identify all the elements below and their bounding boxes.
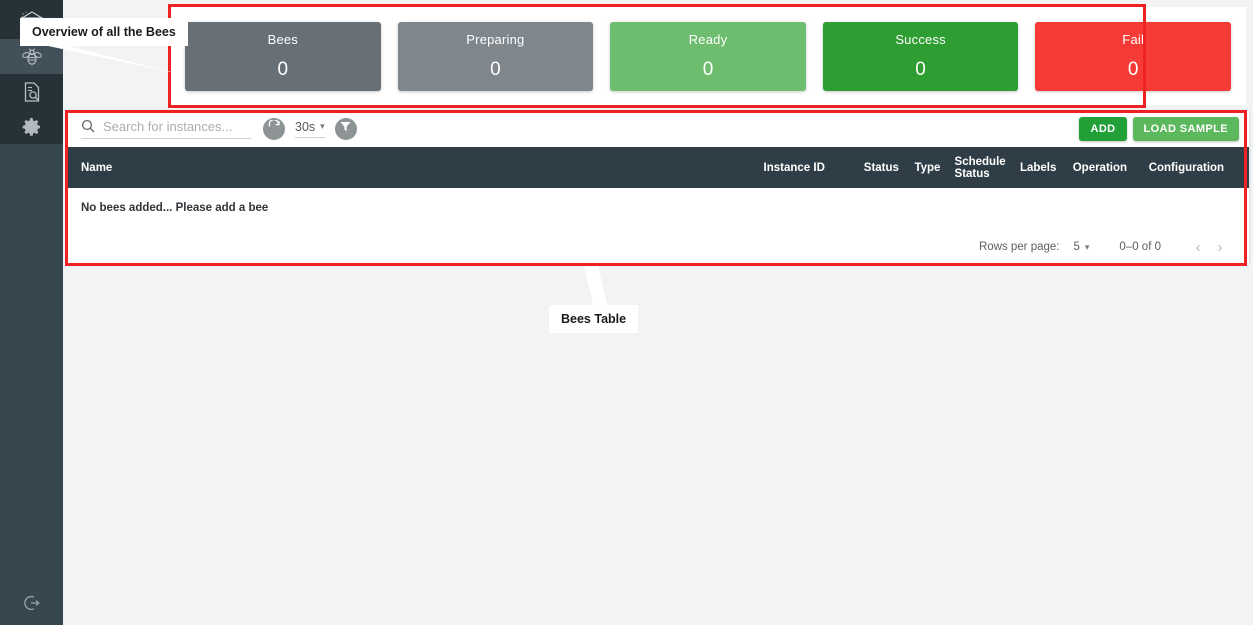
table-body: No bees added... Please add a bee bbox=[67, 188, 1249, 228]
bees-table: Name Instance ID Status Type Schedule St… bbox=[67, 147, 1249, 228]
stat-card-value: 0 bbox=[702, 58, 714, 80]
callout-leader-overview bbox=[20, 40, 180, 80]
refresh-button[interactable] bbox=[263, 117, 285, 140]
table-empty-row: No bees added... Please add a bee bbox=[67, 188, 1249, 228]
refresh-interval-value: 30s bbox=[295, 119, 316, 134]
column-header-configuration[interactable]: Configuration bbox=[1149, 147, 1249, 188]
stat-card-label: Ready bbox=[688, 31, 728, 47]
sidebar-item-settings[interactable] bbox=[0, 109, 63, 144]
stat-card-value: 0 bbox=[915, 58, 926, 80]
stat-card-label: Bees bbox=[267, 31, 299, 47]
bees-table-card: 30s ▾ ADD LOAD SAMPLE bbox=[67, 110, 1249, 263]
app-root: Bees 0 Preparing 0 Ready 0 Success 0 Fai… bbox=[0, 0, 1253, 625]
stat-cards-panel: Bees 0 Preparing 0 Ready 0 Success 0 Fai… bbox=[170, 7, 1246, 105]
filter-button[interactable] bbox=[334, 117, 357, 140]
callout-leader-bees-table bbox=[578, 266, 614, 308]
column-header-instance-id[interactable]: Instance ID bbox=[764, 147, 864, 188]
refresh-icon bbox=[268, 118, 281, 138]
rows-per-page-select[interactable]: 5 ▾ bbox=[1073, 241, 1089, 253]
column-header-type[interactable]: Type bbox=[914, 147, 954, 188]
chevron-down-icon: ▾ bbox=[1084, 241, 1090, 252]
search-field[interactable] bbox=[81, 118, 251, 139]
rows-per-page-label: Rows per page: bbox=[978, 241, 1060, 253]
stat-card-label: Success bbox=[895, 31, 946, 47]
stat-card-preparing[interactable]: Preparing 0 bbox=[397, 21, 594, 91]
callout-overview: Overview of all the Bees bbox=[20, 18, 188, 46]
main-content: Bees 0 Preparing 0 Ready 0 Success 0 Fai… bbox=[63, 0, 1253, 625]
stat-card-success[interactable]: Success 0 bbox=[822, 21, 1019, 91]
column-header-schedule-status[interactable]: Schedule Status bbox=[955, 147, 1020, 188]
next-page-button[interactable]: › bbox=[1209, 239, 1231, 256]
stat-card-value: 0 bbox=[277, 58, 289, 80]
stat-card-label: Fail bbox=[1122, 31, 1145, 47]
empty-state-message: No bees added... Please add a bee bbox=[81, 202, 269, 214]
stat-card-bees[interactable]: Bees 0 bbox=[185, 21, 381, 91]
column-header-status[interactable]: Status bbox=[864, 147, 915, 188]
stat-card-label: Preparing bbox=[466, 31, 525, 47]
column-header-name[interactable]: Name bbox=[67, 147, 764, 188]
table-header-row: Name Instance ID Status Type Schedule St… bbox=[67, 147, 1249, 188]
stat-card-fail[interactable]: Fail 0 bbox=[1035, 21, 1231, 91]
table-header: Name Instance ID Status Type Schedule St… bbox=[67, 147, 1249, 188]
column-header-operation[interactable]: Operation bbox=[1073, 147, 1149, 188]
stat-card-ready[interactable]: Ready 0 bbox=[610, 21, 806, 91]
pagination-range: 0–0 of 0 bbox=[1119, 241, 1161, 253]
add-button[interactable]: ADD bbox=[1079, 116, 1127, 141]
stat-card-value: 0 bbox=[490, 58, 501, 80]
table-toolbar: 30s ▾ ADD LOAD SAMPLE bbox=[67, 110, 1249, 147]
table-paginator: Rows per page: 5 ▾ 0–0 of 0 ‹ › bbox=[67, 228, 1249, 266]
rows-per-page-value: 5 bbox=[1073, 241, 1080, 253]
load-sample-button[interactable]: LOAD SAMPLE bbox=[1132, 116, 1239, 141]
sidebar-item-logout[interactable] bbox=[0, 585, 63, 625]
logout-icon bbox=[22, 593, 42, 618]
search-icon bbox=[81, 119, 95, 133]
stat-card-value: 0 bbox=[1127, 58, 1139, 80]
search-input[interactable] bbox=[103, 118, 251, 134]
refresh-interval-select[interactable]: 30s ▾ bbox=[295, 120, 325, 138]
sidebar bbox=[0, 0, 63, 625]
previous-page-button[interactable]: ‹ bbox=[1187, 239, 1209, 256]
filter-icon bbox=[339, 120, 352, 138]
document-search-icon bbox=[22, 81, 42, 103]
column-header-labels[interactable]: Labels bbox=[1020, 147, 1073, 188]
callout-bees-table: Bees Table bbox=[549, 305, 639, 333]
gear-icon bbox=[22, 117, 42, 137]
chevron-down-icon: ▾ bbox=[320, 121, 325, 131]
